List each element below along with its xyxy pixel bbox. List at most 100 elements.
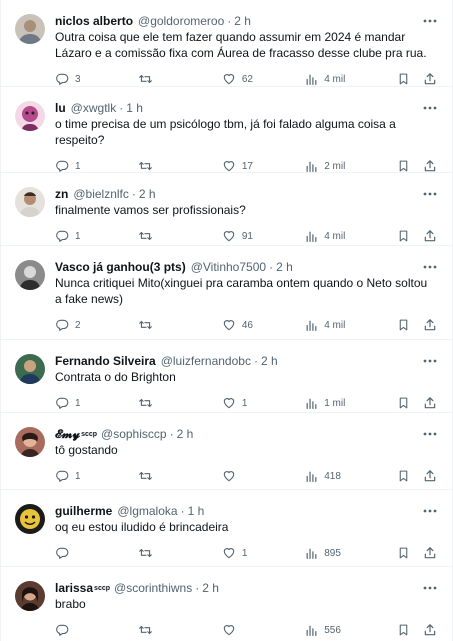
like-button[interactable]: 17: [222, 159, 305, 173]
reply-button[interactable]: [55, 623, 138, 637]
like-button[interactable]: 1: [222, 396, 305, 410]
avatar[interactable]: [15, 427, 45, 457]
reply-tweet[interactable]: Fernando Silveira @luizfernandobc · 2 h …: [1, 340, 452, 413]
views-button[interactable]: 556: [305, 624, 397, 637]
timestamp[interactable]: 2 h: [202, 581, 219, 595]
views-button[interactable]: 895: [305, 547, 397, 560]
reply-tweet[interactable]: niclos alberto @goldoromeroo · 2 h Outra…: [1, 0, 452, 87]
like-button[interactable]: 62: [222, 72, 305, 86]
bookmark-button[interactable]: [397, 469, 422, 483]
retweet-button[interactable]: [138, 229, 221, 243]
reply-button[interactable]: 1: [55, 396, 138, 410]
retweet-button[interactable]: [138, 396, 221, 410]
more-options-icon[interactable]: [422, 260, 438, 274]
like-button[interactable]: [222, 623, 305, 637]
author-handle[interactable]: @Vitinho7500: [191, 260, 266, 274]
more-options-icon[interactable]: [422, 504, 438, 518]
more-options-icon[interactable]: [422, 427, 438, 441]
author-name[interactable]: Vasco já ganhou(3 pts): [55, 260, 186, 274]
timestamp[interactable]: 2 h: [139, 187, 156, 201]
avatar[interactable]: [15, 504, 45, 534]
author-name[interactable]: Fernando Silveira: [55, 354, 156, 368]
author-name[interactable]: larissa: [55, 581, 93, 595]
bookmark-button[interactable]: [397, 623, 422, 637]
author-handle[interactable]: @luizfernandobc: [161, 354, 251, 368]
more-options-icon[interactable]: [422, 354, 438, 368]
like-button[interactable]: 91: [222, 229, 305, 243]
bookmark-button[interactable]: [397, 72, 422, 86]
views-button[interactable]: 418: [305, 470, 397, 483]
retweet-button[interactable]: [138, 469, 221, 483]
timestamp[interactable]: 1 h: [126, 101, 143, 115]
retweet-button[interactable]: [138, 159, 221, 173]
author-name[interactable]: zn: [55, 187, 68, 201]
view-count: 418: [324, 470, 341, 482]
more-options-icon[interactable]: [422, 14, 438, 28]
author-handle[interactable]: @sophisccp: [101, 427, 167, 441]
avatar[interactable]: [15, 260, 45, 290]
bookmark-button[interactable]: [397, 396, 422, 410]
tweet-body: lu @xwgtlk · 1 h o time precisa de um ps…: [55, 87, 442, 174]
author-name[interactable]: 𝓔𝓶𝔂: [55, 427, 80, 442]
reply-tweet[interactable]: 𝓔𝓶𝔂 sccp @sophisccp · 2 h tô gostando 1: [1, 413, 452, 490]
views-button[interactable]: 2 mil: [305, 160, 397, 173]
share-button[interactable]: [423, 546, 442, 560]
share-button[interactable]: [423, 623, 442, 637]
reply-tweet[interactable]: lu @xwgtlk · 1 h o time precisa de um ps…: [1, 87, 452, 173]
bookmark-button[interactable]: [397, 318, 422, 332]
timestamp[interactable]: 2 h: [261, 354, 278, 368]
retweet-button[interactable]: [138, 72, 221, 86]
reply-tweet[interactable]: larissa sccp @scorinthiwns · 2 h brabo 5…: [1, 567, 452, 641]
author-handle[interactable]: @scorinthiwns: [114, 581, 192, 595]
timestamp[interactable]: 2 h: [177, 427, 194, 441]
share-button[interactable]: [423, 469, 442, 483]
bookmark-button[interactable]: [397, 159, 422, 173]
author-handle[interactable]: @lgmaloka: [117, 504, 177, 518]
author-handle[interactable]: @goldoromeroo: [138, 14, 224, 28]
author-name[interactable]: niclos alberto: [55, 14, 133, 28]
author-name[interactable]: lu: [55, 101, 66, 115]
author-handle[interactable]: @bielznlfc: [73, 187, 129, 201]
avatar[interactable]: [15, 101, 45, 131]
reply-tweet[interactable]: Vasco já ganhou(3 pts) @Vitinho7500 · 2 …: [1, 246, 452, 340]
retweet-button[interactable]: [138, 318, 221, 332]
timestamp[interactable]: 1 h: [188, 504, 205, 518]
reply-button[interactable]: [55, 546, 138, 560]
reply-tweet[interactable]: guilherme @lgmaloka · 1 h oq eu estou il…: [1, 490, 452, 567]
bookmark-button[interactable]: [397, 546, 422, 560]
timestamp[interactable]: 2 h: [276, 260, 293, 274]
like-button[interactable]: 46: [222, 318, 305, 332]
avatar[interactable]: [15, 581, 45, 611]
share-button[interactable]: [423, 159, 442, 173]
reply-button[interactable]: 1: [55, 469, 138, 483]
bookmark-button[interactable]: [397, 229, 422, 243]
avatar[interactable]: [15, 354, 45, 384]
views-button[interactable]: 1 mil: [305, 397, 397, 410]
avatar[interactable]: [15, 187, 45, 217]
reply-button[interactable]: 2: [55, 318, 138, 332]
retweet-button[interactable]: [138, 546, 221, 560]
reply-button[interactable]: 3: [55, 72, 138, 86]
share-button[interactable]: [423, 318, 442, 332]
like-button[interactable]: [222, 469, 305, 483]
retweet-icon: [139, 548, 153, 558]
more-options-icon[interactable]: [422, 581, 438, 595]
more-options-icon[interactable]: [422, 101, 438, 115]
more-options-icon[interactable]: [422, 187, 438, 201]
share-button[interactable]: [423, 396, 442, 410]
views-button[interactable]: 4 mil: [305, 73, 397, 86]
views-button[interactable]: 4 mil: [305, 230, 397, 243]
share-upload-icon: [424, 73, 435, 85]
timestamp[interactable]: 2 h: [234, 14, 251, 28]
like-button[interactable]: 1: [222, 546, 305, 560]
avatar[interactable]: [15, 14, 45, 44]
share-button[interactable]: [423, 72, 442, 86]
reply-tweet[interactable]: zn @bielznlfc · 2 h finalmente vamos ser…: [1, 173, 452, 246]
views-button[interactable]: 4 mil: [305, 319, 397, 332]
author-name[interactable]: guilherme: [55, 504, 112, 518]
retweet-button[interactable]: [138, 623, 221, 637]
author-handle[interactable]: @xwgtlk: [71, 101, 117, 115]
reply-button[interactable]: 1: [55, 229, 138, 243]
share-button[interactable]: [423, 229, 442, 243]
reply-button[interactable]: 1: [55, 159, 138, 173]
